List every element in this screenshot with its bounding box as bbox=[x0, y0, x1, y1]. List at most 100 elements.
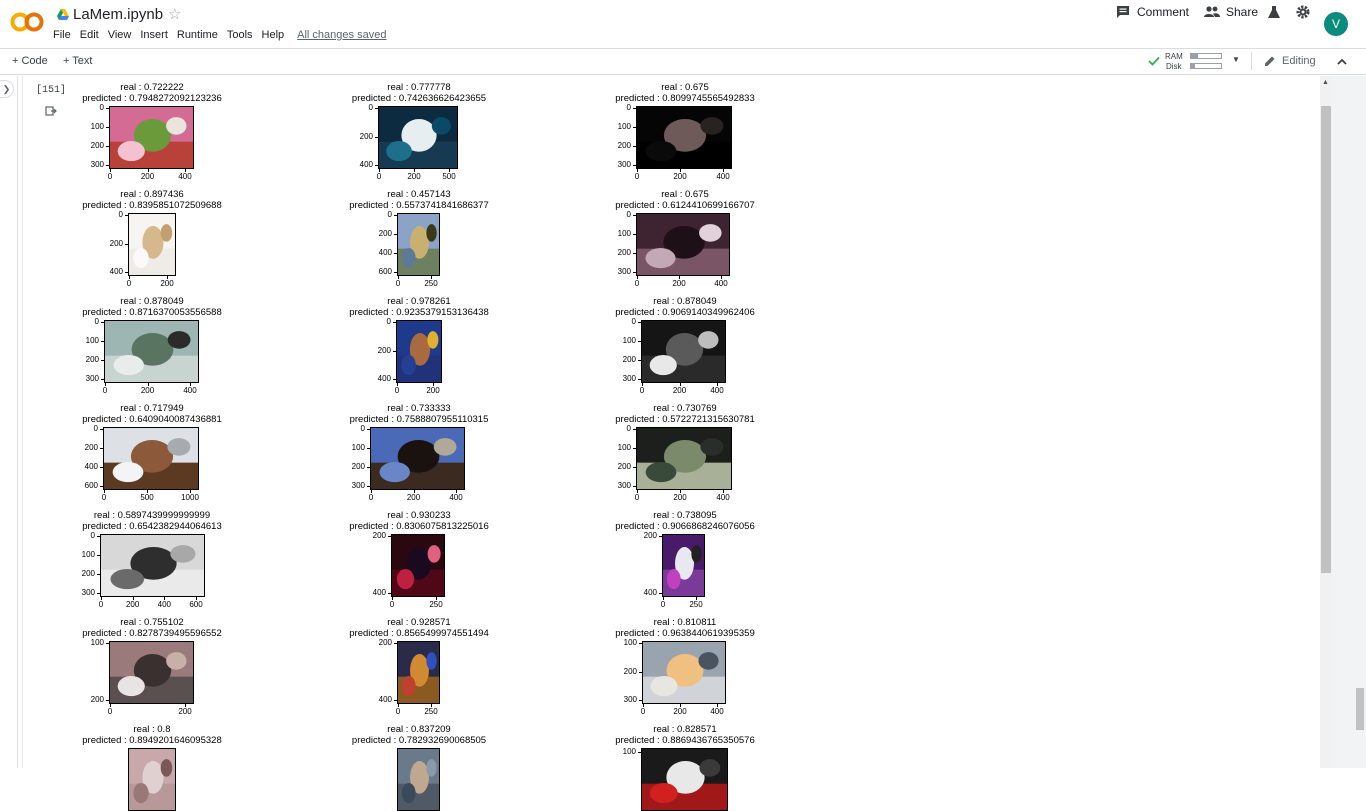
settings-button[interactable] bbox=[1296, 0, 1310, 24]
add-code-button[interactable]: + Code bbox=[12, 55, 48, 67]
output-scrollbar-thumb[interactable] bbox=[1321, 106, 1331, 573]
output-actions-icon[interactable] bbox=[45, 105, 57, 117]
y-tick-mark bbox=[101, 379, 104, 380]
y-tick-mark bbox=[97, 574, 100, 575]
google-drive-icon[interactable] bbox=[57, 9, 69, 20]
x-tick-label: 250 bbox=[429, 600, 443, 609]
y-tick-label: 100 bbox=[90, 122, 104, 131]
colab-logo[interactable] bbox=[10, 11, 44, 33]
subplot-real-score: real : 0.738095 bbox=[653, 510, 717, 521]
y-tick-label: 0 bbox=[118, 210, 123, 219]
subplot-image bbox=[636, 427, 732, 490]
x-tick-label: 400 bbox=[714, 279, 728, 288]
chevron-up-icon[interactable] bbox=[1337, 58, 1347, 65]
x-tick-label: 0 bbox=[101, 493, 107, 502]
y-tick-label: 0 bbox=[626, 424, 631, 433]
y-tick-mark bbox=[106, 127, 109, 128]
y-tick-mark bbox=[639, 700, 642, 701]
y-tick-label: 200 bbox=[90, 695, 104, 704]
subplot-real-score: real : 0.675 bbox=[661, 189, 709, 200]
menu-edit[interactable]: Edit bbox=[80, 29, 99, 41]
y-tick-label: 400 bbox=[359, 160, 373, 169]
subplot-image bbox=[641, 748, 728, 811]
y-tick-mark bbox=[106, 643, 109, 644]
subplot-real-score: real : 0.733333 bbox=[387, 403, 451, 414]
y-tick-mark bbox=[394, 272, 397, 273]
people-icon bbox=[1204, 6, 1220, 17]
menu-bar: File Edit View Insert Runtime Tools Help… bbox=[53, 29, 395, 41]
x-tick-label: 400 bbox=[183, 386, 197, 395]
subplot-real-score: real : 0.878049 bbox=[120, 296, 184, 307]
disk-meter[interactable] bbox=[1190, 63, 1222, 69]
x-tick-label: 0 bbox=[107, 172, 113, 181]
editing-mode-button[interactable]: Editing bbox=[1264, 55, 1316, 67]
x-tick-label: 0 bbox=[640, 707, 646, 716]
comment-button[interactable]: Comment bbox=[1116, 0, 1189, 24]
subplot-real-score: real : 0.717949 bbox=[120, 403, 184, 414]
labs-button[interactable] bbox=[1267, 0, 1281, 24]
subplot-real-score: real : 0.5897439999999999 bbox=[93, 510, 211, 521]
menu-help[interactable]: Help bbox=[262, 29, 285, 41]
subplot-image bbox=[378, 106, 458, 169]
subplot-real-score: real : 0.930233 bbox=[387, 510, 451, 521]
subplot-image bbox=[100, 534, 205, 597]
y-tick-mark bbox=[367, 429, 370, 430]
share-button[interactable]: Share bbox=[1204, 0, 1258, 24]
save-status[interactable]: All changes saved bbox=[297, 29, 386, 41]
notebook-title[interactable]: LaMem.ipynb bbox=[73, 6, 163, 23]
colab-header: LaMem.ipynb ☆ File Edit View Insert Runt… bbox=[0, 0, 1366, 48]
y-tick-label: 200 bbox=[617, 248, 631, 257]
add-text-button[interactable]: + Text bbox=[63, 55, 92, 67]
y-tick-mark bbox=[375, 165, 378, 166]
x-tick-label: 0 bbox=[634, 279, 640, 288]
ram-meter[interactable] bbox=[1190, 53, 1222, 59]
y-tick-mark bbox=[633, 467, 636, 468]
x-tick-label: 1000 bbox=[181, 493, 199, 502]
menu-insert[interactable]: Insert bbox=[140, 29, 168, 41]
subplot-predicted-score: predicted : 0.782932690068505 bbox=[351, 735, 487, 746]
user-avatar[interactable]: V bbox=[1324, 12, 1348, 36]
y-tick-mark bbox=[394, 643, 397, 644]
y-tick-mark bbox=[633, 108, 636, 109]
y-tick-label: 0 bbox=[90, 531, 95, 540]
subplot-predicted-score: predicted : 0.8869436765350576 bbox=[615, 735, 755, 746]
menu-tools[interactable]: Tools bbox=[227, 29, 253, 41]
subplot-image bbox=[397, 748, 440, 811]
y-tick-label: 200 bbox=[372, 531, 386, 540]
subplot-image bbox=[103, 427, 199, 490]
x-tick-label: 0 bbox=[98, 600, 104, 609]
y-tick-mark bbox=[100, 486, 103, 487]
y-tick-label: 100 bbox=[622, 336, 636, 345]
resources-dropdown-icon[interactable]: ▼ bbox=[1232, 55, 1240, 64]
y-tick-label: 400 bbox=[377, 374, 391, 383]
y-tick-label: 600 bbox=[378, 267, 392, 276]
y-tick-mark bbox=[638, 360, 641, 361]
y-tick-mark bbox=[633, 215, 636, 216]
menu-file[interactable]: File bbox=[53, 29, 71, 41]
menu-runtime[interactable]: Runtime bbox=[177, 29, 218, 41]
y-tick-label: 0 bbox=[626, 210, 631, 219]
subplot-predicted-score: predicted : 0.8565499974551494 bbox=[349, 628, 489, 639]
y-tick-label: 300 bbox=[90, 160, 104, 169]
y-tick-mark bbox=[100, 429, 103, 430]
page-scrollbar-thumb[interactable] bbox=[1356, 688, 1364, 730]
scroll-up-arrow-icon[interactable]: ▲ bbox=[1322, 79, 1329, 86]
comment-icon bbox=[1117, 6, 1129, 18]
subplot-image bbox=[636, 213, 730, 276]
y-tick-label: 400 bbox=[643, 588, 657, 597]
star-icon[interactable]: ☆ bbox=[168, 5, 181, 23]
y-tick-mark bbox=[633, 253, 636, 254]
y-tick-mark bbox=[393, 322, 396, 323]
menu-view[interactable]: View bbox=[108, 29, 132, 41]
x-tick-label: 200 bbox=[672, 279, 686, 288]
subplot-image bbox=[104, 320, 199, 383]
y-tick-mark bbox=[375, 108, 378, 109]
subplot-image bbox=[128, 748, 176, 811]
y-tick-label: 100 bbox=[617, 122, 631, 131]
y-tick-label: 300 bbox=[622, 374, 636, 383]
x-tick-label: 0 bbox=[395, 279, 401, 288]
y-tick-label: 400 bbox=[109, 267, 123, 276]
y-tick-mark bbox=[639, 671, 642, 673]
y-tick-label: 200 bbox=[378, 229, 392, 238]
x-tick-label: 400 bbox=[157, 600, 171, 609]
